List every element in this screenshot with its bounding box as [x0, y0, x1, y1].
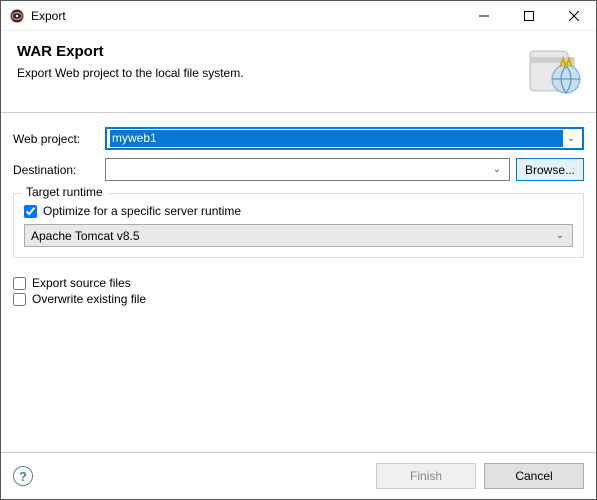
overwrite-label: Overwrite existing file [32, 292, 146, 306]
destination-label: Destination: [13, 163, 99, 177]
destination-value [110, 161, 489, 178]
maximize-button[interactable] [506, 1, 551, 31]
optimize-checkbox-row[interactable]: Optimize for a specific server runtime [24, 204, 573, 218]
minimize-button[interactable] [461, 1, 506, 31]
wizard-banner: WAR Export Export Web project to the loc… [1, 31, 596, 113]
wizard-footer: ? Finish Cancel [1, 452, 596, 499]
export-source-label: Export source files [32, 276, 131, 290]
eclipse-icon [9, 8, 25, 24]
titlebar: Export [1, 1, 596, 31]
cancel-button[interactable]: Cancel [484, 463, 584, 489]
target-runtime-group: Target runtime Optimize for a specific s… [13, 193, 584, 258]
banner-title: WAR Export [17, 43, 580, 60]
wizard-content: Web project: myweb1 ⌄ Destination: ⌄ Bro… [1, 113, 596, 452]
webproject-combo[interactable]: myweb1 ⌄ [105, 127, 584, 150]
help-icon[interactable]: ? [13, 466, 33, 486]
chevron-down-icon: ⌄ [556, 230, 564, 241]
target-runtime-title: Target runtime [22, 185, 107, 199]
webproject-value: myweb1 [110, 130, 563, 147]
finish-button[interactable]: Finish [376, 463, 476, 489]
optimize-checkbox[interactable] [24, 205, 37, 218]
destination-combo[interactable]: ⌄ [105, 158, 510, 181]
webproject-label: Web project: [13, 132, 99, 146]
browse-button[interactable]: Browse... [516, 158, 584, 181]
war-export-icon [522, 37, 586, 101]
export-source-row[interactable]: Export source files [13, 276, 584, 290]
overwrite-row[interactable]: Overwrite existing file [13, 292, 584, 306]
overwrite-checkbox[interactable] [13, 293, 26, 306]
optimize-label: Optimize for a specific server runtime [43, 204, 241, 218]
close-button[interactable] [551, 1, 596, 31]
runtime-select[interactable]: Apache Tomcat v8.5 ⌄ [24, 224, 573, 247]
banner-subtitle: Export Web project to the local file sys… [17, 66, 580, 80]
chevron-down-icon: ⌄ [563, 133, 579, 144]
runtime-value: Apache Tomcat v8.5 [31, 229, 140, 243]
chevron-down-icon: ⌄ [489, 164, 505, 175]
window-title: Export [31, 9, 66, 23]
export-source-checkbox[interactable] [13, 277, 26, 290]
